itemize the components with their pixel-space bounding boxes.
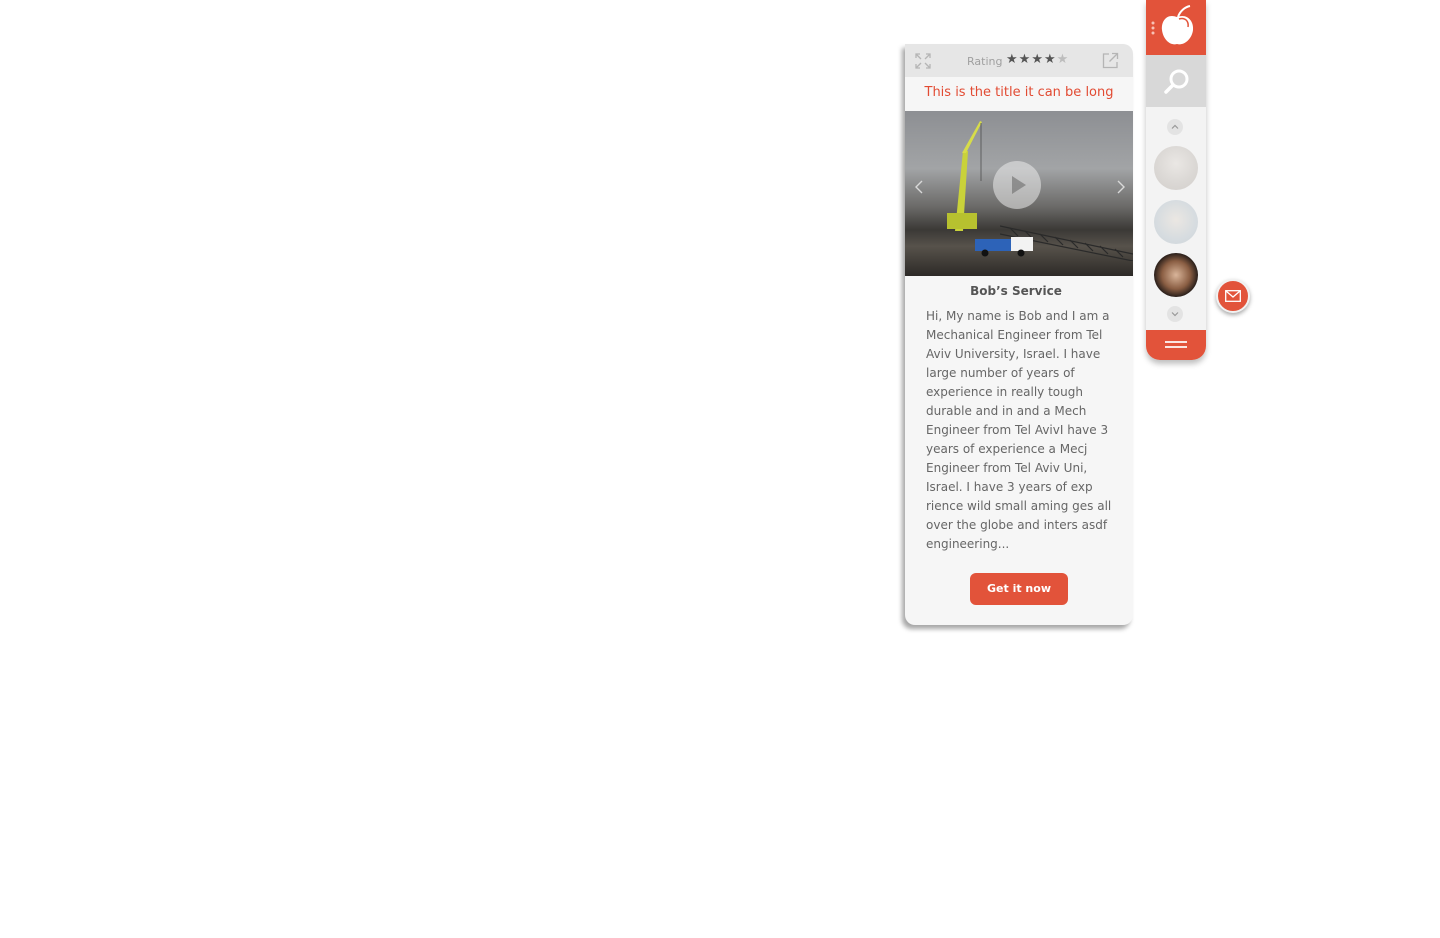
avatar[interactable] bbox=[1154, 200, 1198, 244]
service-card: Rating ★★★★★ This is the title it can be… bbox=[905, 44, 1133, 625]
menu-icon bbox=[1165, 341, 1187, 348]
star-filled-icon: ★ bbox=[1043, 52, 1057, 67]
star-empty-icon: ★ bbox=[1056, 52, 1070, 67]
service-description: Hi, My name is Bob and I am a Mechanical… bbox=[926, 309, 1112, 551]
chevron-left-icon[interactable] bbox=[914, 180, 924, 194]
scroll-up-button[interactable] bbox=[1167, 119, 1183, 135]
play-button[interactable] bbox=[993, 161, 1041, 209]
mail-button[interactable] bbox=[1216, 279, 1250, 313]
chevron-right-icon[interactable] bbox=[1116, 180, 1126, 194]
logo-block[interactable] bbox=[1146, 0, 1206, 55]
media-carousel[interactable] bbox=[905, 111, 1133, 276]
card-topbar: Rating ★★★★★ bbox=[905, 44, 1133, 77]
chevron-down-icon bbox=[1171, 312, 1179, 317]
search-button[interactable] bbox=[1146, 55, 1206, 107]
menu-button[interactable] bbox=[1146, 330, 1206, 360]
service-name: Bob’s Service bbox=[970, 284, 1062, 298]
media-image-vehicle bbox=[975, 237, 1033, 257]
rating-label: Rating bbox=[967, 55, 1003, 68]
mail-icon bbox=[1225, 290, 1241, 302]
expand-icon[interactable] bbox=[915, 53, 931, 69]
media-image bbox=[947, 121, 982, 231]
get-it-now-button[interactable]: Get it now bbox=[970, 573, 1068, 605]
scroll-down-button[interactable] bbox=[1167, 306, 1183, 322]
sidebar bbox=[1146, 0, 1206, 360]
star-filled-icon: ★ bbox=[1006, 52, 1019, 67]
star-filled-icon: ★ bbox=[1018, 52, 1032, 67]
drag-handle-icon[interactable] bbox=[1151, 21, 1155, 35]
apple-logo-icon bbox=[1161, 5, 1194, 45]
external-link-icon[interactable] bbox=[1102, 52, 1119, 69]
search-icon bbox=[1164, 69, 1189, 94]
card-title: This is the title it can be long bbox=[924, 85, 1114, 100]
avatar[interactable] bbox=[1154, 146, 1198, 190]
star-filled-icon: ★ bbox=[1031, 52, 1044, 67]
chevron-up-icon bbox=[1171, 124, 1179, 129]
avatar[interactable] bbox=[1154, 253, 1198, 297]
rating-stars: ★★★★★ bbox=[1006, 52, 1069, 67]
play-icon bbox=[1012, 176, 1026, 194]
